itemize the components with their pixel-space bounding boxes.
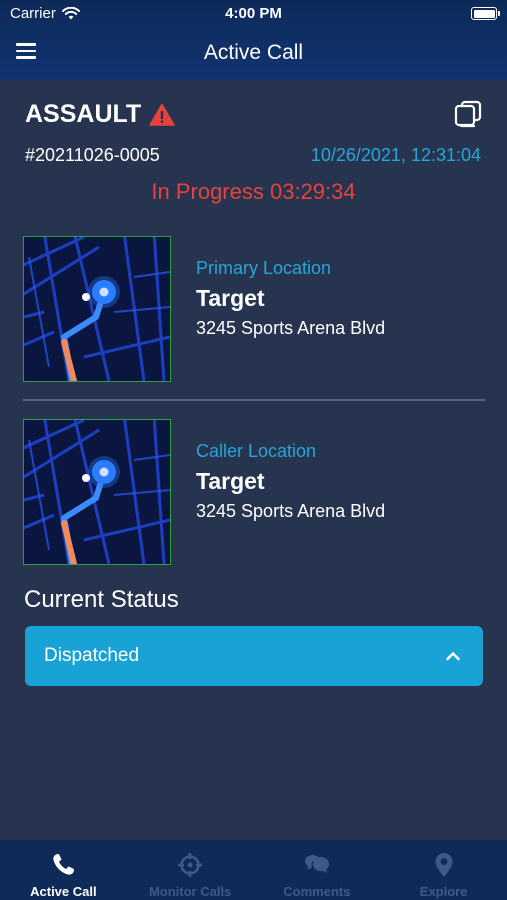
crosshair-icon <box>178 853 203 877</box>
divider <box>23 399 485 401</box>
chevron-up-icon <box>446 652 460 661</box>
copy-icon[interactable] <box>454 100 482 128</box>
battery-icon <box>471 7 500 20</box>
tab-label: Comments <box>283 884 351 899</box>
incident-datetime: 10/26/2021, 12:31:04 <box>310 145 481 165</box>
tab-comments[interactable]: Comments <box>254 840 381 900</box>
location-label: Caller Location <box>196 441 317 461</box>
map-thumbnail <box>24 420 170 564</box>
tab-monitor-calls[interactable]: Monitor Calls <box>127 840 254 900</box>
incident-type: ASSAULT <box>25 100 175 129</box>
map-thumbnail <box>24 237 170 381</box>
tab-active-call[interactable]: Active Call <box>0 840 127 900</box>
caller-location-card[interactable]: Caller Location Target 3245 Sports Arena… <box>0 419 507 567</box>
status-dropdown-value: Dispatched <box>44 645 140 666</box>
incident-status: In Progress 03:29:34 <box>151 179 356 204</box>
nav-bar: Active Call <box>0 28 507 80</box>
location-address: 3245 Sports Arena Blvd <box>196 318 386 338</box>
tab-label: Monitor Calls <box>148 884 232 899</box>
location-label: Primary Location <box>196 258 332 278</box>
tab-label: Explore <box>419 884 468 899</box>
primary-location-card[interactable]: Primary Location Target 3245 Sports Aren… <box>0 236 507 384</box>
warning-icon <box>149 103 175 126</box>
primary-location-map[interactable] <box>23 236 171 382</box>
tab-explore[interactable]: Explore <box>380 840 507 900</box>
current-status-heading: Current Status <box>24 586 179 613</box>
tab-bar: Active Call Monitor Calls Comments Explo… <box>0 840 507 900</box>
status-dropdown[interactable]: Dispatched <box>25 626 483 686</box>
clock: 4:00 PM <box>225 5 282 22</box>
location-address: 3245 Sports Arena Blvd <box>196 501 386 521</box>
location-name: Target <box>196 285 265 311</box>
tab-label: Active Call <box>30 884 97 899</box>
status-bar: Carrier 4:00 PM <box>0 0 507 28</box>
incident-type-label: ASSAULT <box>25 100 142 128</box>
page-title: Active Call <box>203 41 304 64</box>
map-pin-icon <box>435 853 453 877</box>
caller-location-map[interactable] <box>23 419 171 565</box>
incident-id: #20211026-0005 <box>25 145 160 165</box>
chat-icon <box>304 855 329 873</box>
header: Carrier 4:00 PM Active Call <box>0 0 507 80</box>
phone-icon <box>53 853 75 875</box>
location-name: Target <box>196 468 265 494</box>
